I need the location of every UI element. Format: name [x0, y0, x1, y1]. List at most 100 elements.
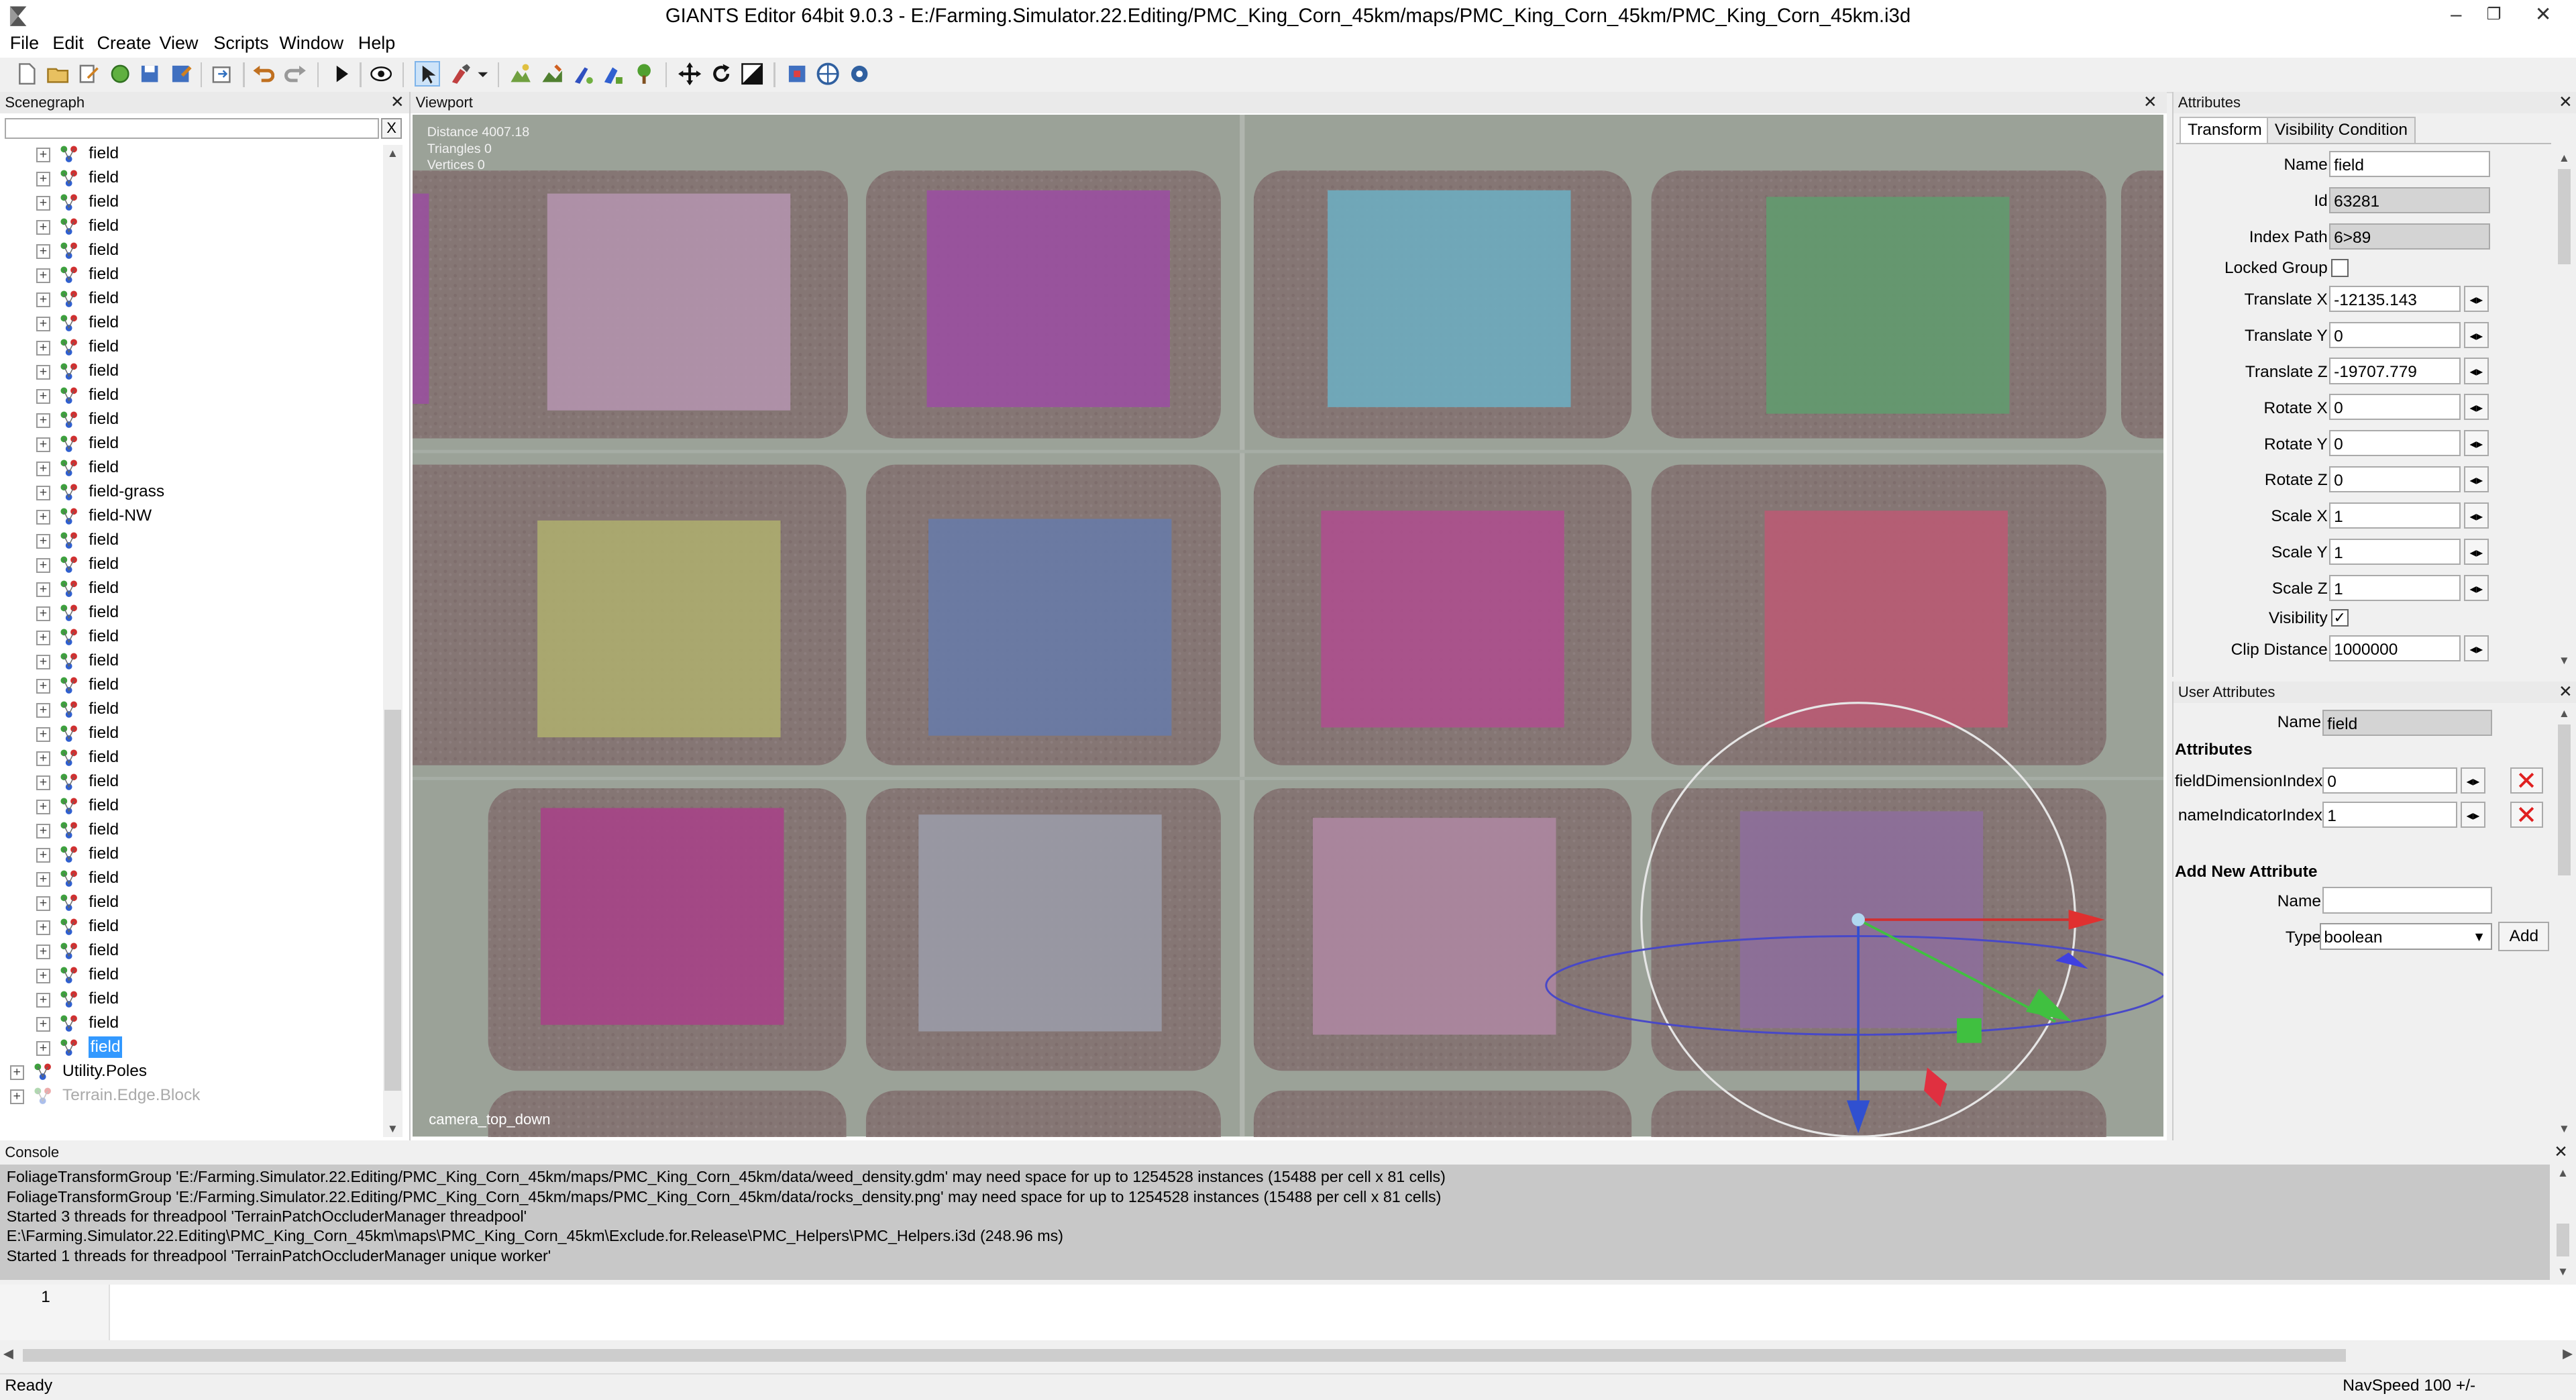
expand-icon[interactable]: + [36, 341, 51, 356]
scenegraph-node[interactable]: + field [0, 312, 378, 335]
scenegraph-node[interactable]: + field [0, 1036, 378, 1059]
local-space-icon[interactable] [786, 62, 808, 85]
terrain-sculpt-icon[interactable] [509, 62, 532, 85]
foliage-paint-icon[interactable] [572, 62, 594, 85]
locked-group-checkbox[interactable] [2330, 259, 2349, 277]
expand-icon[interactable]: + [36, 172, 51, 186]
scenegraph-node[interactable]: + field-NW [0, 505, 378, 528]
clip-distance-field[interactable]: 1000000 [2329, 635, 2461, 662]
scenegraph-node[interactable]: + field [0, 747, 378, 769]
tab-visibility-condition[interactable]: Visibility Condition [2267, 116, 2416, 143]
expand-icon[interactable]: + [36, 920, 51, 935]
scenegraph-search-input[interactable] [5, 118, 379, 140]
scenegraph-node[interactable]: + field [0, 433, 378, 455]
scenegraph-search-clear-button[interactable]: X [381, 118, 402, 140]
scale-z-stepper-icon[interactable]: ◂▸ [2464, 574, 2489, 601]
expand-icon[interactable]: + [36, 244, 51, 259]
undo-icon[interactable] [252, 62, 274, 85]
menu-view[interactable]: View [160, 33, 199, 54]
menu-file[interactable]: File [10, 33, 39, 54]
save-as-icon[interactable] [169, 62, 192, 85]
rotate-z-stepper-icon[interactable]: ◂▸ [2464, 466, 2489, 493]
expand-icon[interactable]: + [36, 196, 51, 211]
scenegraph-node[interactable]: + field [0, 360, 378, 383]
scenegraph-node[interactable]: + field [0, 239, 378, 262]
scroll-left-arrow-icon[interactable]: ◀ [3, 1346, 13, 1362]
delete-attribute-button[interactable] [2510, 802, 2543, 828]
expand-icon[interactable]: + [36, 1017, 51, 1032]
scenegraph-node[interactable]: + field [0, 867, 378, 890]
expand-icon[interactable]: + [36, 437, 51, 452]
play-icon[interactable] [330, 62, 353, 85]
expand-icon[interactable]: + [36, 775, 51, 790]
terrain-paint-icon[interactable] [541, 62, 564, 85]
select-tool-icon[interactable] [414, 61, 440, 87]
scenegraph-node[interactable]: + field [0, 892, 378, 914]
translate-x-stepper-icon[interactable]: ◂▸ [2464, 285, 2489, 312]
scenegraph-node[interactable]: + field [0, 650, 378, 673]
open-folder-icon[interactable] [46, 62, 69, 85]
scenegraph-node[interactable]: + field [0, 336, 378, 359]
translate-x-field[interactable]: -12135.143 [2329, 285, 2461, 312]
expand-icon[interactable]: + [36, 679, 51, 694]
rotate-icon[interactable] [710, 62, 733, 85]
expand-icon[interactable]: + [36, 631, 51, 645]
tab-transform[interactable]: Transform [2180, 116, 2270, 143]
expand-icon[interactable]: + [36, 486, 51, 500]
scroll-up-arrow-icon[interactable]: ▲ [2555, 150, 2574, 166]
scroll-right-arrow-icon[interactable]: ▶ [2563, 1346, 2573, 1362]
expand-icon[interactable]: + [36, 824, 51, 839]
expand-icon[interactable]: + [36, 606, 51, 621]
console-script-input[interactable]: 1 [0, 1285, 2576, 1341]
scenegraph-node[interactable]: + field [0, 722, 378, 745]
scenegraph-node[interactable]: + field [0, 819, 378, 842]
scenegraph-scrollbar-thumb[interactable] [384, 709, 401, 1091]
scroll-up-arrow-icon[interactable]: ▲ [2553, 1165, 2573, 1181]
expand-icon[interactable]: + [36, 655, 51, 669]
menu-window[interactable]: Window [279, 33, 343, 54]
minimize-button[interactable]: – [2438, 1, 2474, 28]
gizmo-center[interactable] [1851, 913, 1865, 927]
scale-x-field[interactable]: 1 [2329, 502, 2461, 529]
expand-icon[interactable]: + [9, 1089, 24, 1104]
expand-icon[interactable]: + [36, 558, 51, 573]
eye-icon[interactable] [370, 62, 392, 85]
edit-document-icon[interactable] [77, 62, 100, 85]
translate-z-stepper-icon[interactable]: ◂▸ [2464, 358, 2489, 384]
attributes-close-button[interactable]: ✕ [2559, 92, 2573, 113]
import-icon[interactable] [210, 62, 233, 85]
expand-icon[interactable]: + [36, 268, 51, 283]
expand-icon[interactable]: + [36, 292, 51, 307]
maximize-button[interactable]: ❐ [2476, 1, 2512, 28]
scale-y-field[interactable]: 1 [2329, 538, 2461, 565]
scenegraph-node[interactable]: + field [0, 384, 378, 407]
expand-icon[interactable]: + [36, 993, 51, 1008]
expand-icon[interactable]: + [36, 220, 51, 235]
delete-attribute-button[interactable] [2510, 767, 2543, 794]
user-attributes-scrollbar-thumb[interactable] [2557, 724, 2571, 876]
scroll-up-arrow-icon[interactable]: ▲ [383, 145, 402, 161]
expand-icon[interactable]: + [36, 317, 51, 331]
clip-distance-stepper-icon[interactable]: ◂▸ [2464, 635, 2489, 662]
visibility-checkbox[interactable]: ✓ [2330, 609, 2349, 627]
console-close-button[interactable]: ✕ [2554, 1142, 2568, 1163]
tree-placement-icon[interactable] [633, 62, 655, 85]
rotate-x-field[interactable]: 0 [2329, 394, 2461, 421]
translate-y-field[interactable]: 0 [2329, 321, 2461, 348]
scenegraph-node[interactable]: + field [0, 1012, 378, 1035]
scenegraph-node[interactable]: + field [0, 529, 378, 552]
scenegraph-node[interactable]: + field [0, 215, 378, 238]
scroll-down-arrow-icon[interactable]: ▼ [2553, 1263, 2573, 1279]
scenegraph-node[interactable]: + field [0, 288, 378, 311]
user-attributes-scrollbar[interactable]: ▲ ▼ [2554, 704, 2575, 1137]
new-file-icon[interactable] [15, 62, 38, 85]
scenegraph-node[interactable]: + field [0, 964, 378, 987]
redo-icon[interactable] [284, 62, 307, 85]
expand-icon[interactable]: + [36, 1041, 51, 1056]
scenegraph-node[interactable]: + field-grass [0, 481, 378, 504]
expand-icon[interactable]: + [36, 148, 51, 162]
user-attr-stepper-icon[interactable]: ◂▸ [2461, 802, 2485, 828]
translate-z-field[interactable]: -19707.779 [2329, 358, 2461, 384]
scenegraph-node[interactable]: + field [0, 988, 378, 1011]
scenegraph-node[interactable]: + field [0, 771, 378, 794]
